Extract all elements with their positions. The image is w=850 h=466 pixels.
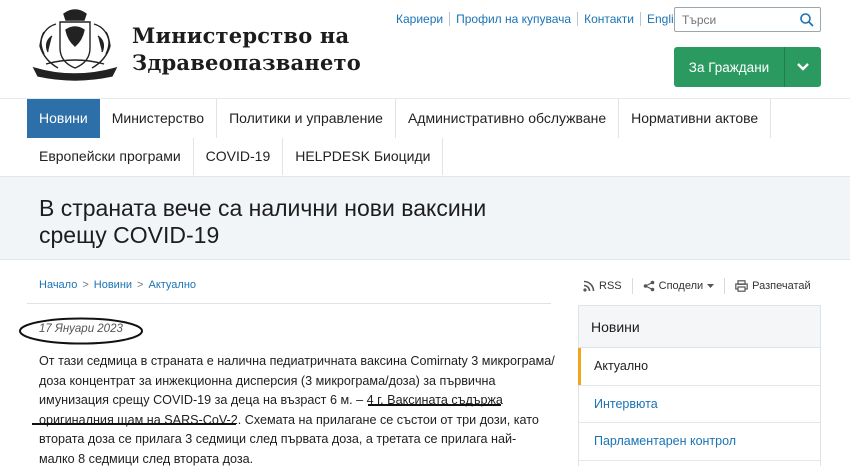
site-header: Министерство на Здравеопазването Кариери… [0,0,850,98]
print-button[interactable]: Разпечатай [725,278,821,294]
article-text: . Схемата на прилагане се състои от три … [237,412,539,427]
article-line: От тази седмица в страната е налична пед… [39,354,555,368]
article-date-block: 17 Януари 2023 [17,316,143,345]
article-line: малко 8 седмици след втората доза. [39,451,254,466]
sidebar-news: Новини Актуално Интервюта Парламентарен … [578,305,821,466]
nav-item-eu-programs[interactable]: Европейски програми [27,138,194,175]
page-title-line2: срещу COVID-19 [39,222,220,248]
rss-icon [583,280,595,292]
top-link-careers[interactable]: Кариери [390,12,451,26]
share-button[interactable]: Сподели [633,278,726,294]
chevron-down-icon[interactable] [785,62,821,72]
sidebar-item-current[interactable]: Актуално [578,348,820,386]
ministry-name[interactable]: Министерство на Здравеопазването [132,22,361,76]
breadcrumb-news[interactable]: Новини [94,279,132,291]
breadcrumb-separator: > [82,279,89,291]
ministry-name-line2: Здравеопазването [132,50,361,75]
ministry-name-line1: Министерство на [132,23,350,48]
nav-item-admin-services[interactable]: Административно обслужване [396,99,620,138]
breadcrumb: Начало > Новини > Актуално [39,279,196,291]
nav-item-policies[interactable]: Политики и управление [217,99,396,138]
rss-label: RSS [599,280,622,292]
caret-down-icon [707,283,715,288]
top-link-buyer-profile[interactable]: Профил на купувача [450,12,579,26]
sidebar-item-parliamentary-control[interactable]: Парламентарен контрол [579,423,820,461]
main-nav: Новини Министерство Политики и управлени… [0,98,850,176]
sidebar-item-interviews[interactable]: Интервюта [579,386,820,423]
article-body: От тази седмица в страната е налична пед… [39,352,559,466]
rss-button[interactable]: RSS [583,278,633,294]
nav-item-news[interactable]: Новини [27,99,100,138]
breadcrumb-current[interactable]: Актуално [148,279,196,291]
article-line: имунизация срещу COVID-19 за деца на въз… [39,391,559,411]
search-input[interactable] [675,8,790,31]
breadcrumb-home[interactable]: Начало [39,279,77,291]
share-label: Сподели [658,280,704,292]
nav-item-covid[interactable]: COVID-19 [194,138,284,175]
underline-annotation [368,404,501,406]
for-citizens-label: За Граждани [688,59,770,75]
underline-annotation [32,423,236,425]
content-divider [27,303,551,304]
page-title-band: В страната вече са налични нови ваксини … [0,176,850,260]
search-icon[interactable] [799,12,815,28]
for-citizens-button[interactable]: За Граждани [674,47,821,87]
article-line: втората доза се прилага 3 седмици след п… [39,432,517,446]
coat-of-arms-logo[interactable] [26,6,124,82]
page-title: В страната вече са налични нови ваксини … [39,195,599,249]
sidebar-heading: Новини [579,306,820,348]
article-date: 17 Януари 2023 [39,323,123,335]
share-icon [643,280,654,292]
article-line: доза концентрат за инжекционна дисперсия… [39,373,496,388]
search-box [674,7,821,32]
nav-item-helpdesk[interactable]: HELPDESK Биоциди [283,138,444,175]
article-text: имунизация срещу COVID-19 за деца на въз… [39,393,388,407]
nav-item-ministry[interactable]: Министерство [100,99,218,138]
print-icon [735,280,748,292]
top-links: Кариери Профил на купувача Контакти Engl… [390,12,692,26]
breadcrumb-separator: > [137,279,144,291]
main-nav-row-2: Европейски програми COVID-19 HELPDESK Би… [27,138,444,177]
page-title-line1: В страната вече са налични нови ваксини [39,195,487,221]
article-line: оригиналния щам на SARS-CoV-2. Схемата н… [39,411,559,431]
nav-item-regulations[interactable]: Нормативни актове [619,99,772,138]
article-tools: RSS Сподели Разпечатай [583,278,821,294]
main-nav-row-1: Новини Министерство Политики и управлени… [27,99,772,138]
top-link-contacts[interactable]: Контакти [578,12,641,26]
print-label: Разпечатай [752,280,811,292]
